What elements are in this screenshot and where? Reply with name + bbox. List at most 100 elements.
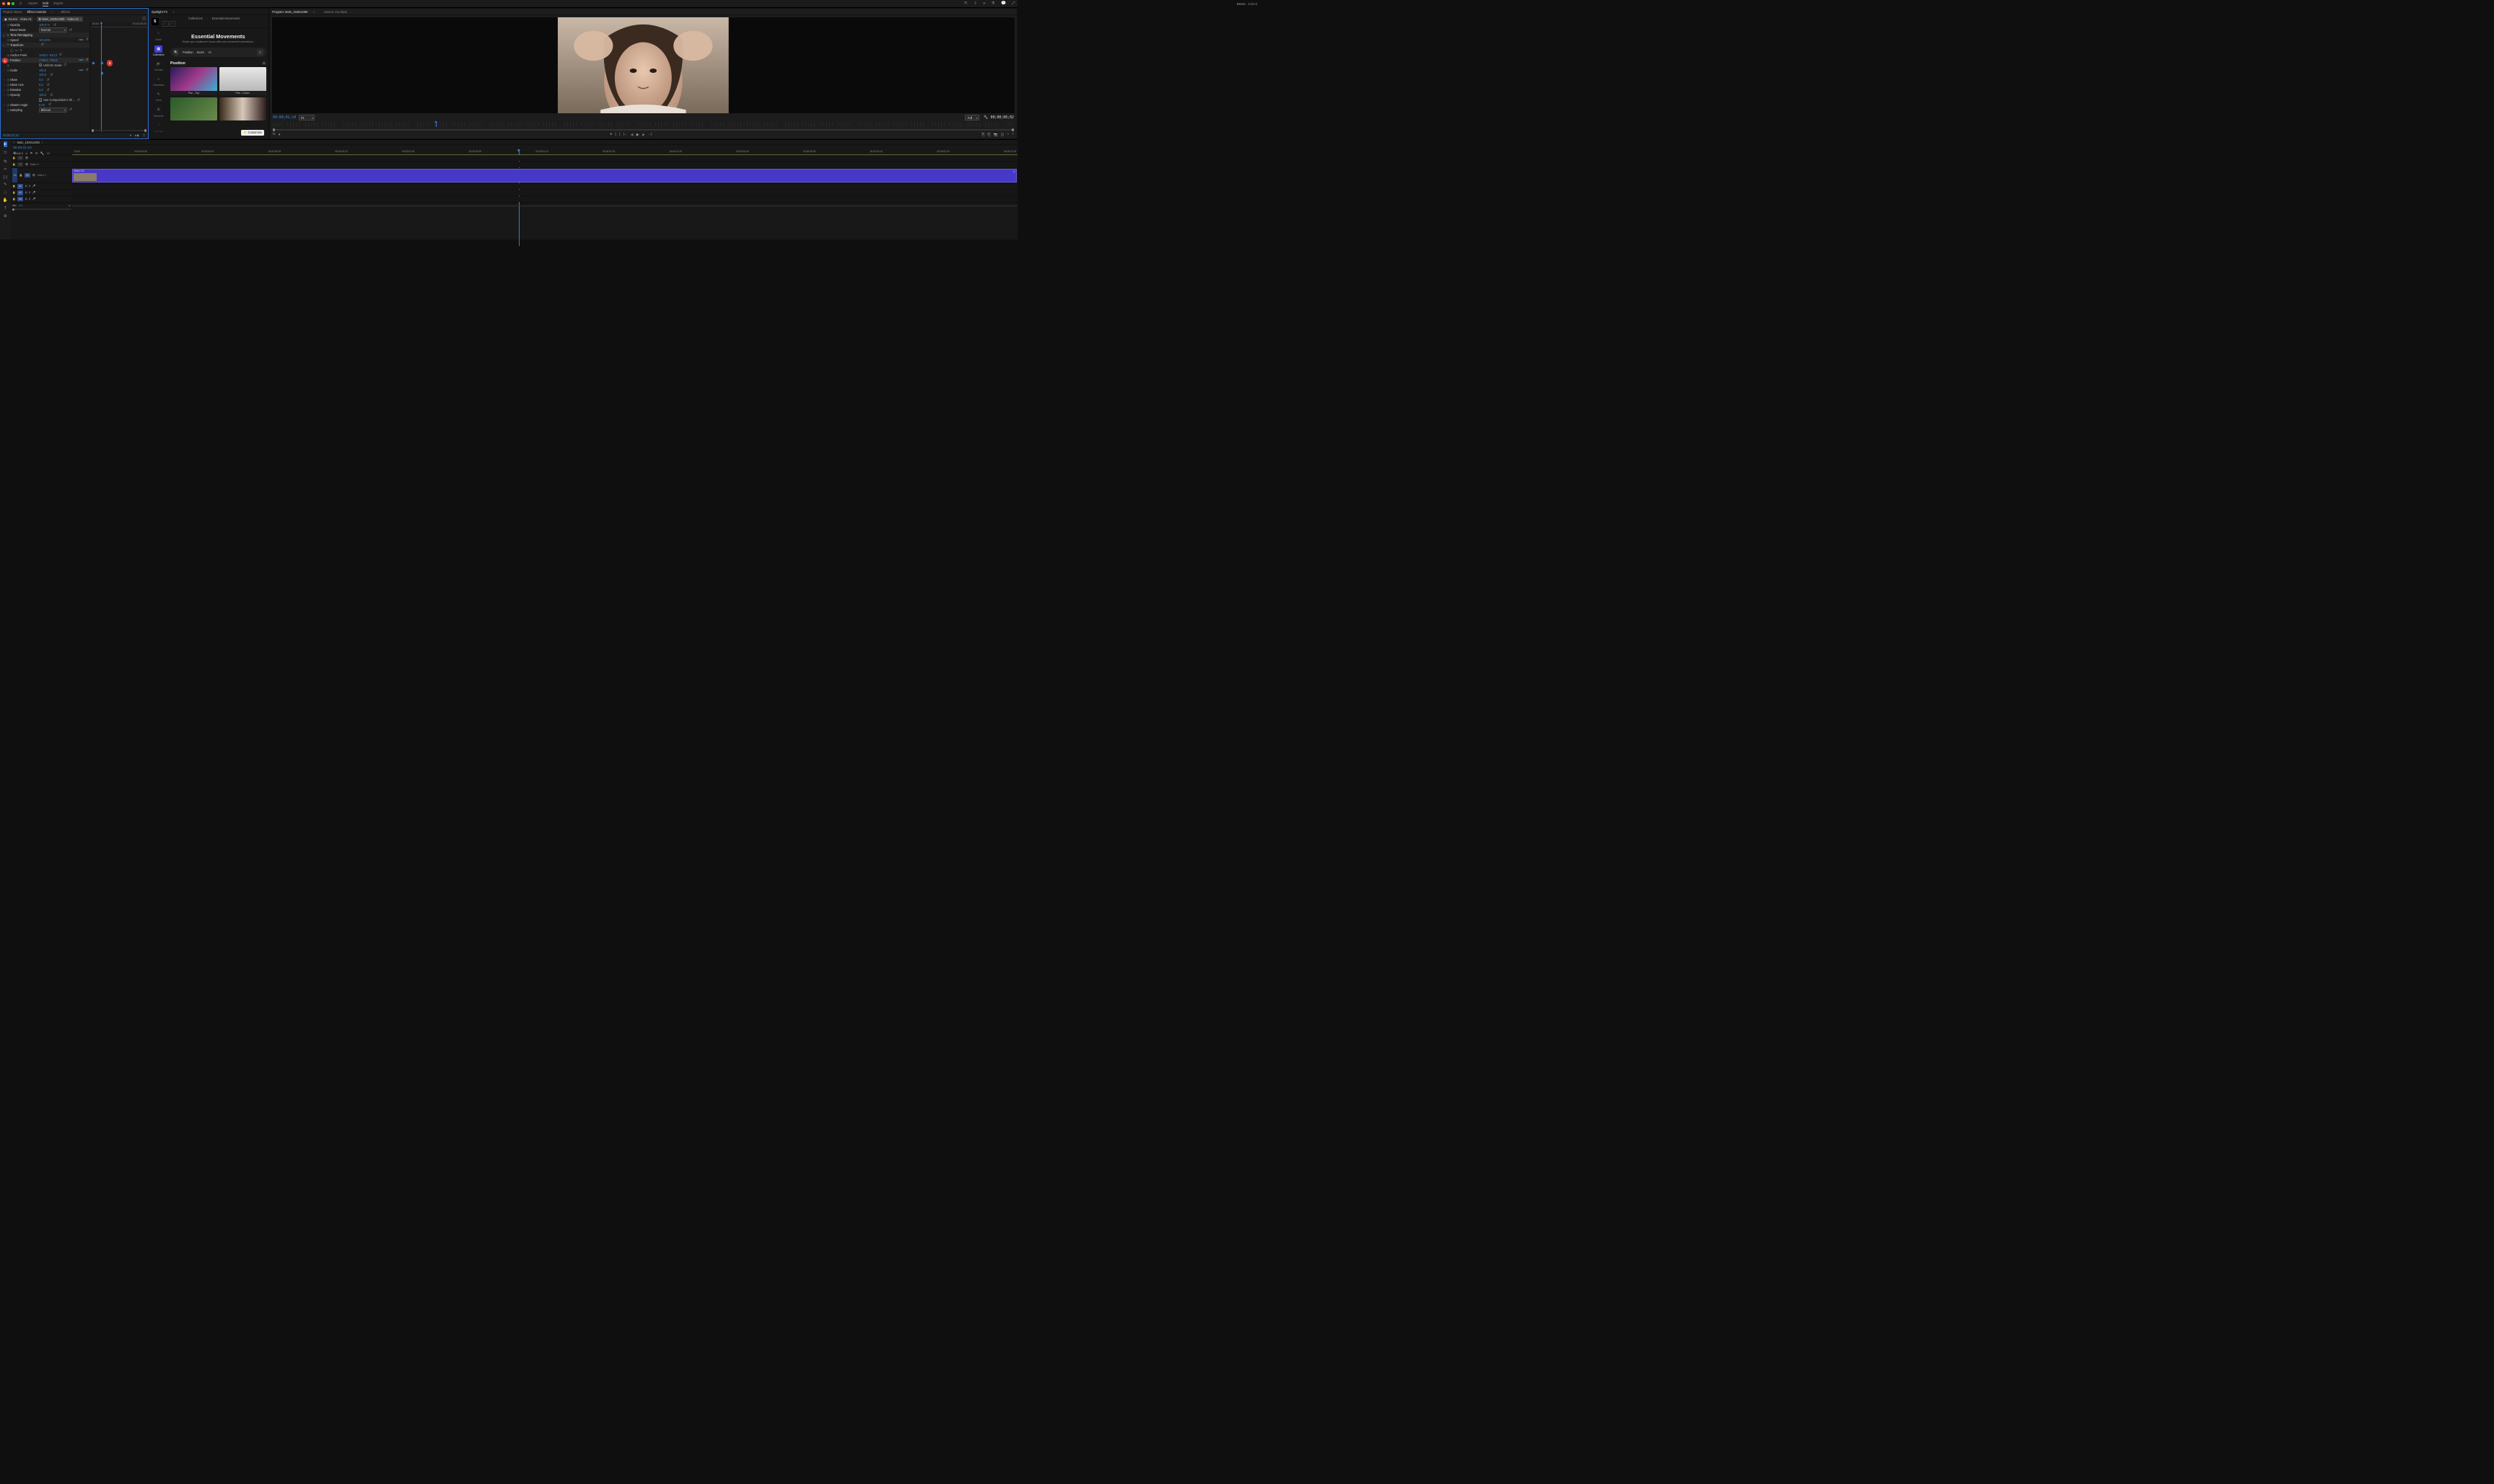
prop-transform-opacity[interactable]: Opacity	[10, 93, 39, 97]
export-preset-icon[interactable]: ⇪	[143, 133, 146, 138]
reset-icon[interactable]: ↺	[47, 83, 50, 87]
reset-icon[interactable]: ↺	[50, 93, 53, 97]
position-keyframe-2[interactable]	[100, 61, 103, 64]
instance-clip-pill[interactable]: ⧉Main_1920x1080 · Video 01▸	[37, 17, 83, 22]
labs-icon[interactable]: ⚗	[992, 1, 995, 6]
track-target-v3[interactable]: V3	[17, 156, 23, 161]
export-frame-button[interactable]: 📷	[993, 133, 997, 137]
window-traffic-lights[interactable]	[2, 2, 14, 5]
source-patch-v1[interactable]: V1	[12, 168, 17, 183]
keyframe-nav[interactable]: ◂◆▸	[79, 69, 84, 71]
tab-effects[interactable]: Effects	[61, 10, 69, 14]
fx-menu-chevron[interactable]: ▾	[279, 133, 280, 137]
position-x[interactable]: 1780,0	[39, 58, 48, 62]
close-sequence-icon[interactable]: ×	[13, 141, 14, 144]
rotation-value[interactable]: 0,0	[39, 88, 43, 92]
track-select-tool[interactable]: ⎋	[4, 151, 7, 156]
reset-icon[interactable]: ↺	[77, 98, 80, 102]
ec-zoom-scrollbar[interactable]	[92, 130, 146, 131]
solo-button[interactable]: S	[29, 191, 30, 194]
keyframe-nav[interactable]: ◂◆▸	[79, 38, 84, 41]
opacity-value[interactable]: 100,0 %	[39, 23, 50, 27]
reset-icon[interactable]: ↺	[59, 53, 62, 57]
mix-value[interactable]: 0,0	[19, 204, 22, 207]
tab-program[interactable]: Program: Main_1920x1080	[272, 10, 307, 14]
sequence-tab[interactable]: Main_1920x1080	[17, 141, 40, 144]
ec-timecode[interactable]: 00;00;01;10	[3, 133, 19, 137]
fx-badge-button[interactable]: fx	[273, 133, 276, 136]
voiceover-icon[interactable]: 🎤	[32, 191, 35, 194]
prop-position[interactable]: Position	[10, 58, 39, 62]
reset-icon[interactable]: ↺	[50, 73, 53, 77]
lock-icon[interactable]: 🔒	[12, 198, 16, 201]
uniform-scale-checkbox[interactable]	[39, 63, 42, 66]
reset-icon[interactable]: ↺	[85, 68, 88, 72]
breadcrumb-current[interactable]: Essential Movements	[212, 17, 240, 20]
zoom-level-dropdown[interactable]: Fit	[299, 115, 315, 120]
sidebar-item-overlays[interactable]: ◑Overlays	[154, 121, 163, 132]
program-scrubber[interactable]	[273, 123, 1014, 128]
panel-menu-icon[interactable]: ≡	[313, 10, 315, 14]
program-timecode[interactable]: 00;00;01;10	[273, 115, 296, 120]
blend-mode-dropdown[interactable]: Normal	[39, 27, 67, 32]
reset-icon[interactable]: ↺	[64, 63, 66, 67]
keyframe-nav[interactable]: ◂◆▸	[79, 58, 84, 61]
prop-opacity[interactable]: Opacity	[10, 23, 39, 27]
zoom-handle-left[interactable]	[273, 128, 275, 131]
tab-effect-controls[interactable]: Effect Controls	[27, 10, 46, 14]
track-target-a1[interactable]: A1	[17, 184, 23, 189]
scale-keyframe[interactable]	[100, 71, 103, 74]
rect-mask-icon[interactable]: ▭	[15, 48, 18, 52]
preset-card-pan-down[interactable]: Pan - Down	[219, 67, 266, 95]
close-window[interactable]	[2, 2, 5, 5]
track-target-v1[interactable]: V1	[25, 173, 30, 178]
ripple-edit-tool[interactable]: ⇆	[4, 159, 7, 164]
zoom-handle-left[interactable]	[92, 129, 94, 131]
chat-icon[interactable]: 💬	[1001, 1, 1006, 6]
type-tool[interactable]: T	[4, 206, 6, 211]
timeline-ruler[interactable]: :20;00 00;00;00;05 00;00;00;10 00;00;00;…	[72, 145, 1018, 154]
sidebar-item-home[interactable]: ⌂Home	[154, 30, 162, 41]
tab-source-monitor[interactable]: Source: (no clips)	[324, 10, 347, 14]
anchor-y[interactable]: 810,0	[50, 53, 57, 57]
zoom-window[interactable]	[12, 2, 14, 5]
reset-icon[interactable]: ↺	[69, 28, 72, 32]
tab-export[interactable]: Export	[53, 1, 63, 6]
tab-import[interactable]: Import	[28, 1, 38, 6]
section-transform[interactable]: Transform	[10, 43, 39, 47]
reset-icon[interactable]: ↺	[85, 38, 88, 42]
lock-icon[interactable]: 🔒	[12, 185, 16, 188]
panel-menu-icon[interactable]: ≡	[172, 10, 174, 14]
chip-zoom[interactable]: Zoom	[197, 51, 204, 54]
position-keyframe-1[interactable]	[92, 61, 95, 64]
prop-blend-mode[interactable]: Blend Mode	[10, 28, 39, 32]
lock-icon[interactable]: 🔒	[12, 163, 16, 166]
zoom-handle-right[interactable]	[1012, 128, 1014, 131]
clip-video-01[interactable]: Video 01 fx	[72, 169, 1017, 183]
track-target-a3[interactable]: A3	[17, 197, 23, 202]
hand-tool[interactable]: ✋	[3, 198, 8, 203]
rectangle-tool[interactable]: □	[4, 190, 6, 195]
slip-tool[interactable]: [·]	[4, 175, 7, 180]
tab-project[interactable]: Project: Demo	[3, 10, 22, 14]
play-button[interactable]: ▶	[636, 133, 639, 137]
mark-in-button[interactable]: {	[615, 133, 616, 137]
track-target-a2[interactable]: A2	[17, 190, 23, 196]
tools-settings[interactable]: ⚙	[4, 214, 7, 219]
source-clip-pill[interactable]: ▣Source · Video 01	[2, 17, 33, 22]
prop-sampling[interactable]: Sampling	[10, 108, 39, 112]
reset-icon[interactable]: ↺	[53, 23, 56, 27]
preset-card-4[interactable]	[219, 97, 266, 121]
chip-more[interactable]: +2	[208, 51, 211, 54]
track-lane-v1[interactable]: Video 01 fx	[72, 168, 1018, 183]
skew-value[interactable]: 0,0	[39, 78, 43, 82]
prop-rotation[interactable]: Rotation	[10, 88, 39, 92]
selection-tool[interactable]: ▸	[4, 141, 7, 147]
ec-time-ruler[interactable]: :00;00 00;00;05;00	[90, 22, 147, 27]
filter-icon[interactable]: ☰	[257, 49, 263, 55]
reset-icon[interactable]: ↺	[47, 88, 50, 92]
prop-speed[interactable]: Speed	[10, 38, 39, 42]
comp-shutter-checkbox[interactable]	[39, 98, 42, 101]
scale-value[interactable]: 150,0	[39, 69, 46, 72]
reset-icon[interactable]: ↺	[48, 102, 51, 107]
